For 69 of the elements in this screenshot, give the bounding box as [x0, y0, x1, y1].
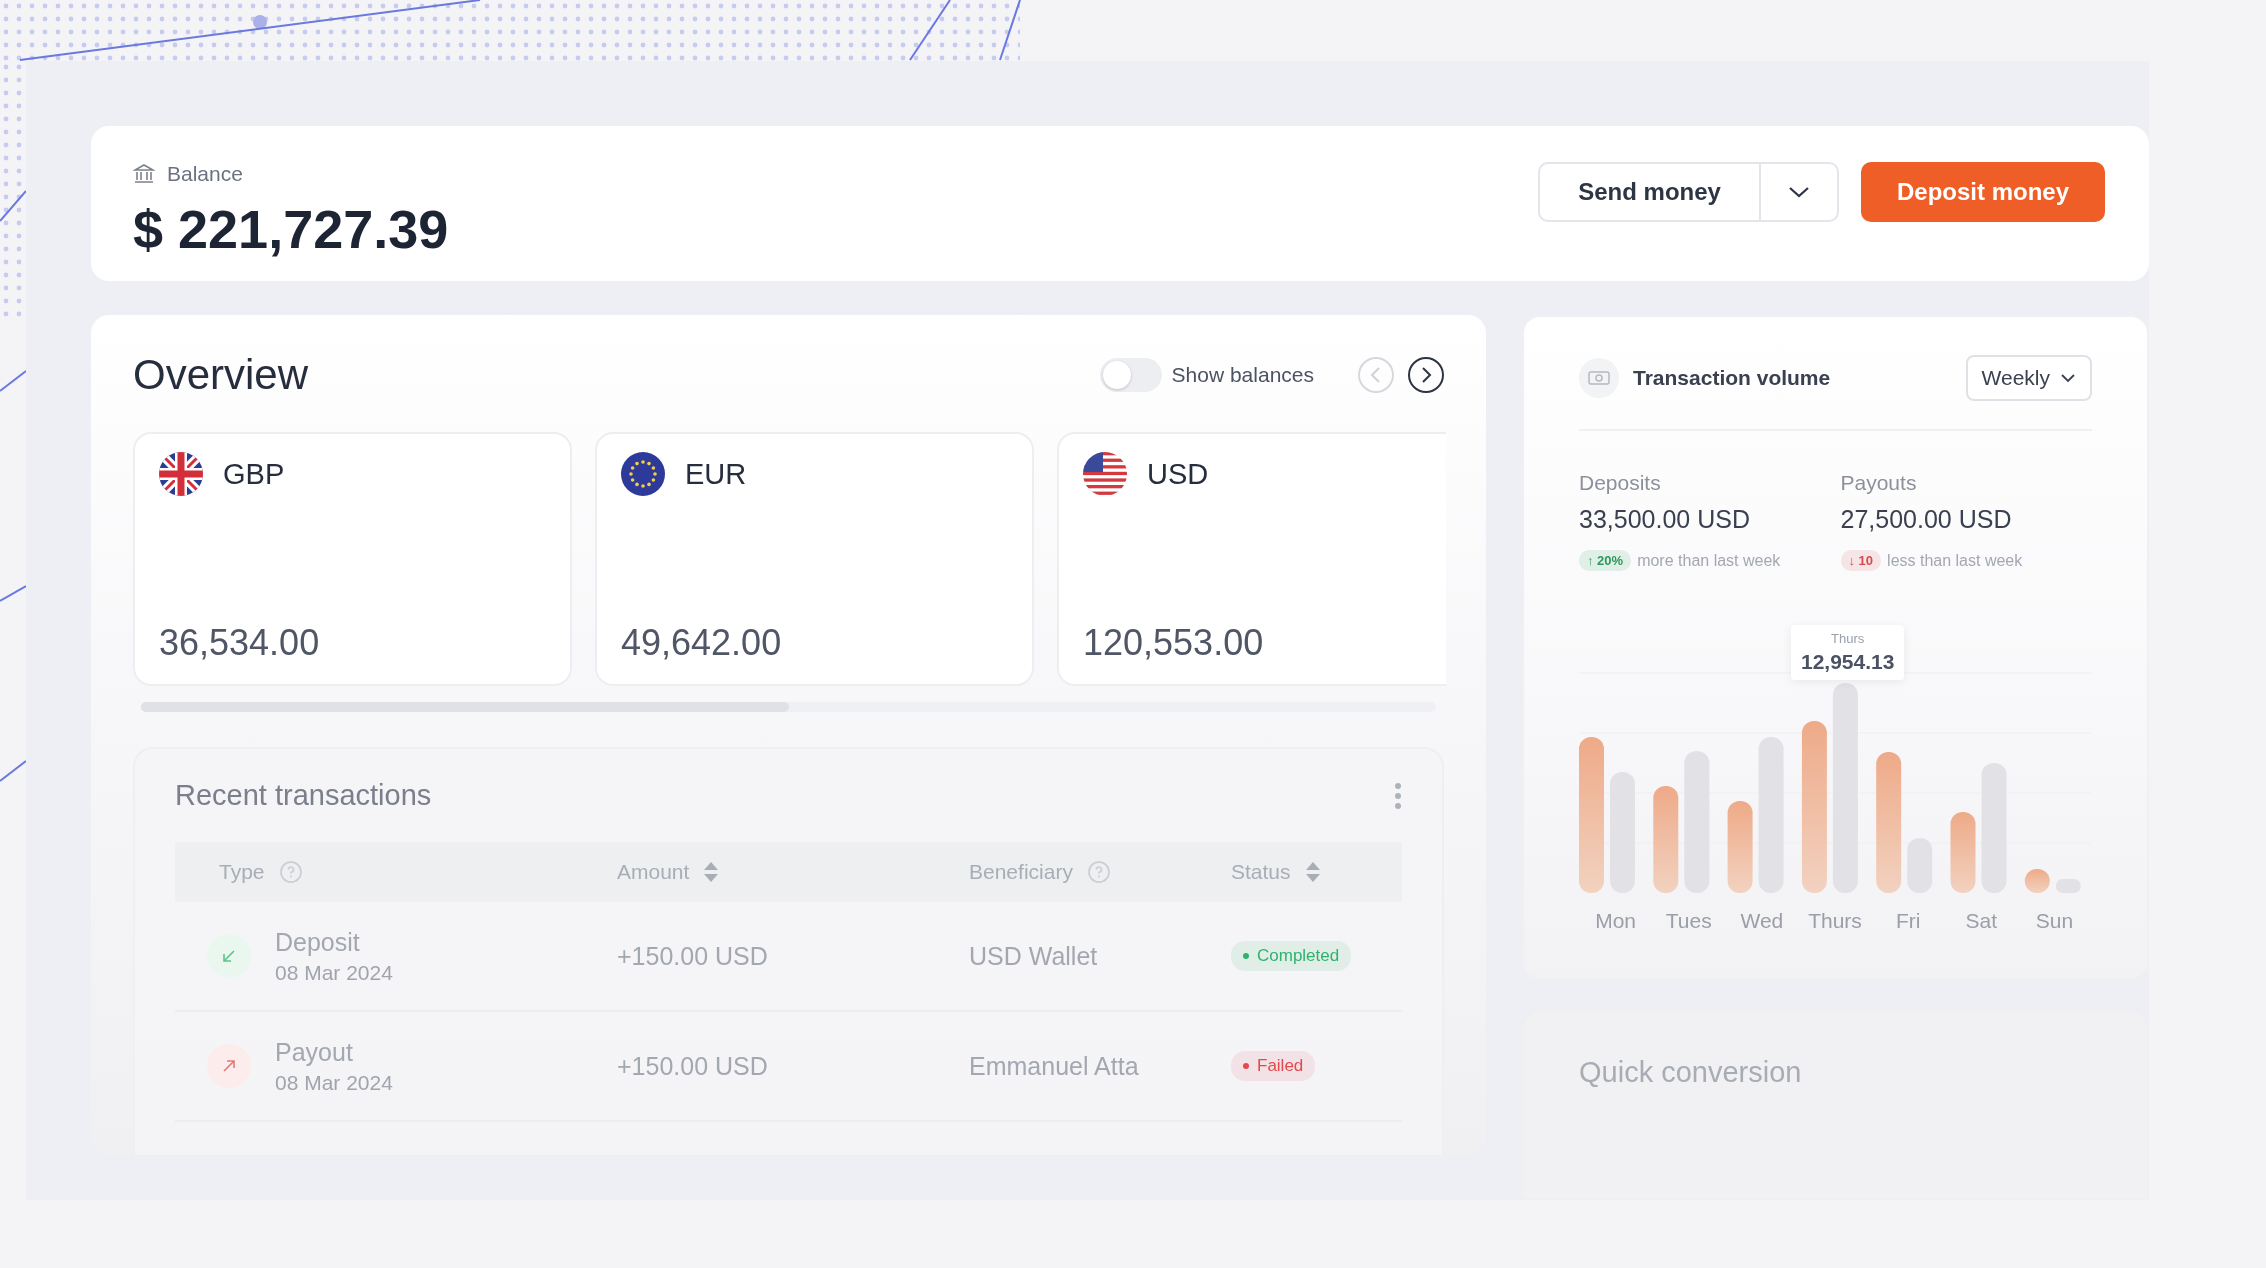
bank-icon	[133, 163, 155, 185]
currency-card[interactable]: EUR 49,642.00	[595, 432, 1034, 686]
sort-icon[interactable]	[1304, 861, 1321, 883]
transaction-type: Deposit	[275, 927, 361, 957]
change-note: more than last week	[1637, 551, 1781, 570]
status-badge: Failed	[1231, 1051, 1316, 1081]
change-badge: ↓ 10	[1840, 550, 1882, 571]
scrollbar-thumb[interactable]	[141, 702, 789, 712]
quick-conversion-title: Quick conversion	[1579, 1056, 1803, 1089]
day-label: Tues	[1664, 909, 1713, 933]
help-icon	[1086, 860, 1111, 884]
day-label: Fri	[1894, 909, 1922, 933]
day-label: Wed	[1739, 909, 1785, 933]
currency-amount: 49,642.00	[621, 622, 783, 664]
next-button[interactable]	[1408, 357, 1444, 393]
column-header: Amount	[617, 860, 690, 884]
stat-label: Deposits	[1579, 471, 1662, 495]
currency-card[interactable]: USD 120,553.00	[1057, 432, 1446, 686]
caret-icon	[2060, 373, 2076, 383]
amount-cell-text: +150.00 USD	[617, 1051, 769, 1081]
transaction-volume-title: Transaction volume	[1633, 366, 1831, 390]
column-header: Type	[219, 860, 265, 884]
currency-code: GBP	[223, 457, 285, 491]
stat-value: 33,500.00 USD	[1579, 505, 1751, 534]
currency-amount: 120,553.00	[1083, 622, 1265, 664]
overview-title: Overview	[133, 351, 309, 399]
show-balances-label: Show balances	[1171, 363, 1314, 387]
change-note: less than last week	[1887, 551, 2023, 570]
transaction-date: 08 Mar 2024	[275, 1070, 393, 1095]
period-dropdown[interactable]: Weekly	[1965, 355, 2092, 401]
arrow-down-left-icon	[207, 934, 251, 978]
chevron-right-icon	[1419, 366, 1433, 384]
day-label: Sat	[1964, 909, 1999, 933]
flag-icon	[621, 452, 665, 496]
beneficiary-cell-text: USD Wallet	[969, 941, 1099, 971]
transaction-date: 08 Mar 2024	[275, 960, 393, 985]
stat-value: 27,500.00 USD	[1840, 505, 2013, 534]
flag-icon	[1083, 452, 1127, 496]
sort-icon[interactable]	[703, 861, 720, 883]
transactions-title: Recent transactions	[175, 779, 432, 812]
balance-label: Balance	[167, 162, 243, 186]
deposit-bar	[2024, 869, 2050, 893]
balance-amount: $ 221,727.39	[133, 198, 449, 260]
status-badge: Completed	[1231, 941, 1352, 971]
more-icon[interactable]	[1394, 781, 1402, 810]
day-label: Mon	[1594, 909, 1637, 933]
arrow-up-right-icon	[207, 1044, 251, 1088]
tooltip-value: 12,954.13	[1801, 650, 1895, 674]
column-header: Status	[1231, 860, 1291, 884]
currency-amount: 36,534.00	[159, 622, 321, 664]
currency-code: USD	[1147, 457, 1209, 491]
currency-code: EUR	[685, 457, 747, 491]
banknote-icon	[1579, 358, 1619, 398]
day-label: Thurs	[1807, 909, 1863, 933]
currency-card[interactable]: GBP 36,534.00	[133, 432, 572, 686]
help-icon	[278, 860, 303, 884]
show-balances-toggle[interactable]	[1099, 358, 1162, 392]
send-money-button[interactable]: Send money	[1540, 164, 1761, 220]
day-label: Sun	[2034, 909, 2075, 933]
caret-icon	[1787, 185, 1810, 199]
tooltip-day: Thurs	[1801, 631, 1895, 646]
column-header: Beneficiary	[969, 860, 1073, 884]
flag-icon	[159, 452, 203, 496]
transaction-type: Payout	[275, 1037, 354, 1067]
chevron-left-icon	[1369, 366, 1383, 384]
amount-cell-text: +150.00 USD	[617, 941, 769, 971]
change-badge: ↑ 20%	[1579, 550, 1632, 571]
beneficiary-cell-text: Emmanuel Atta	[969, 1051, 1140, 1081]
stat-label: Payouts	[1840, 471, 1918, 495]
